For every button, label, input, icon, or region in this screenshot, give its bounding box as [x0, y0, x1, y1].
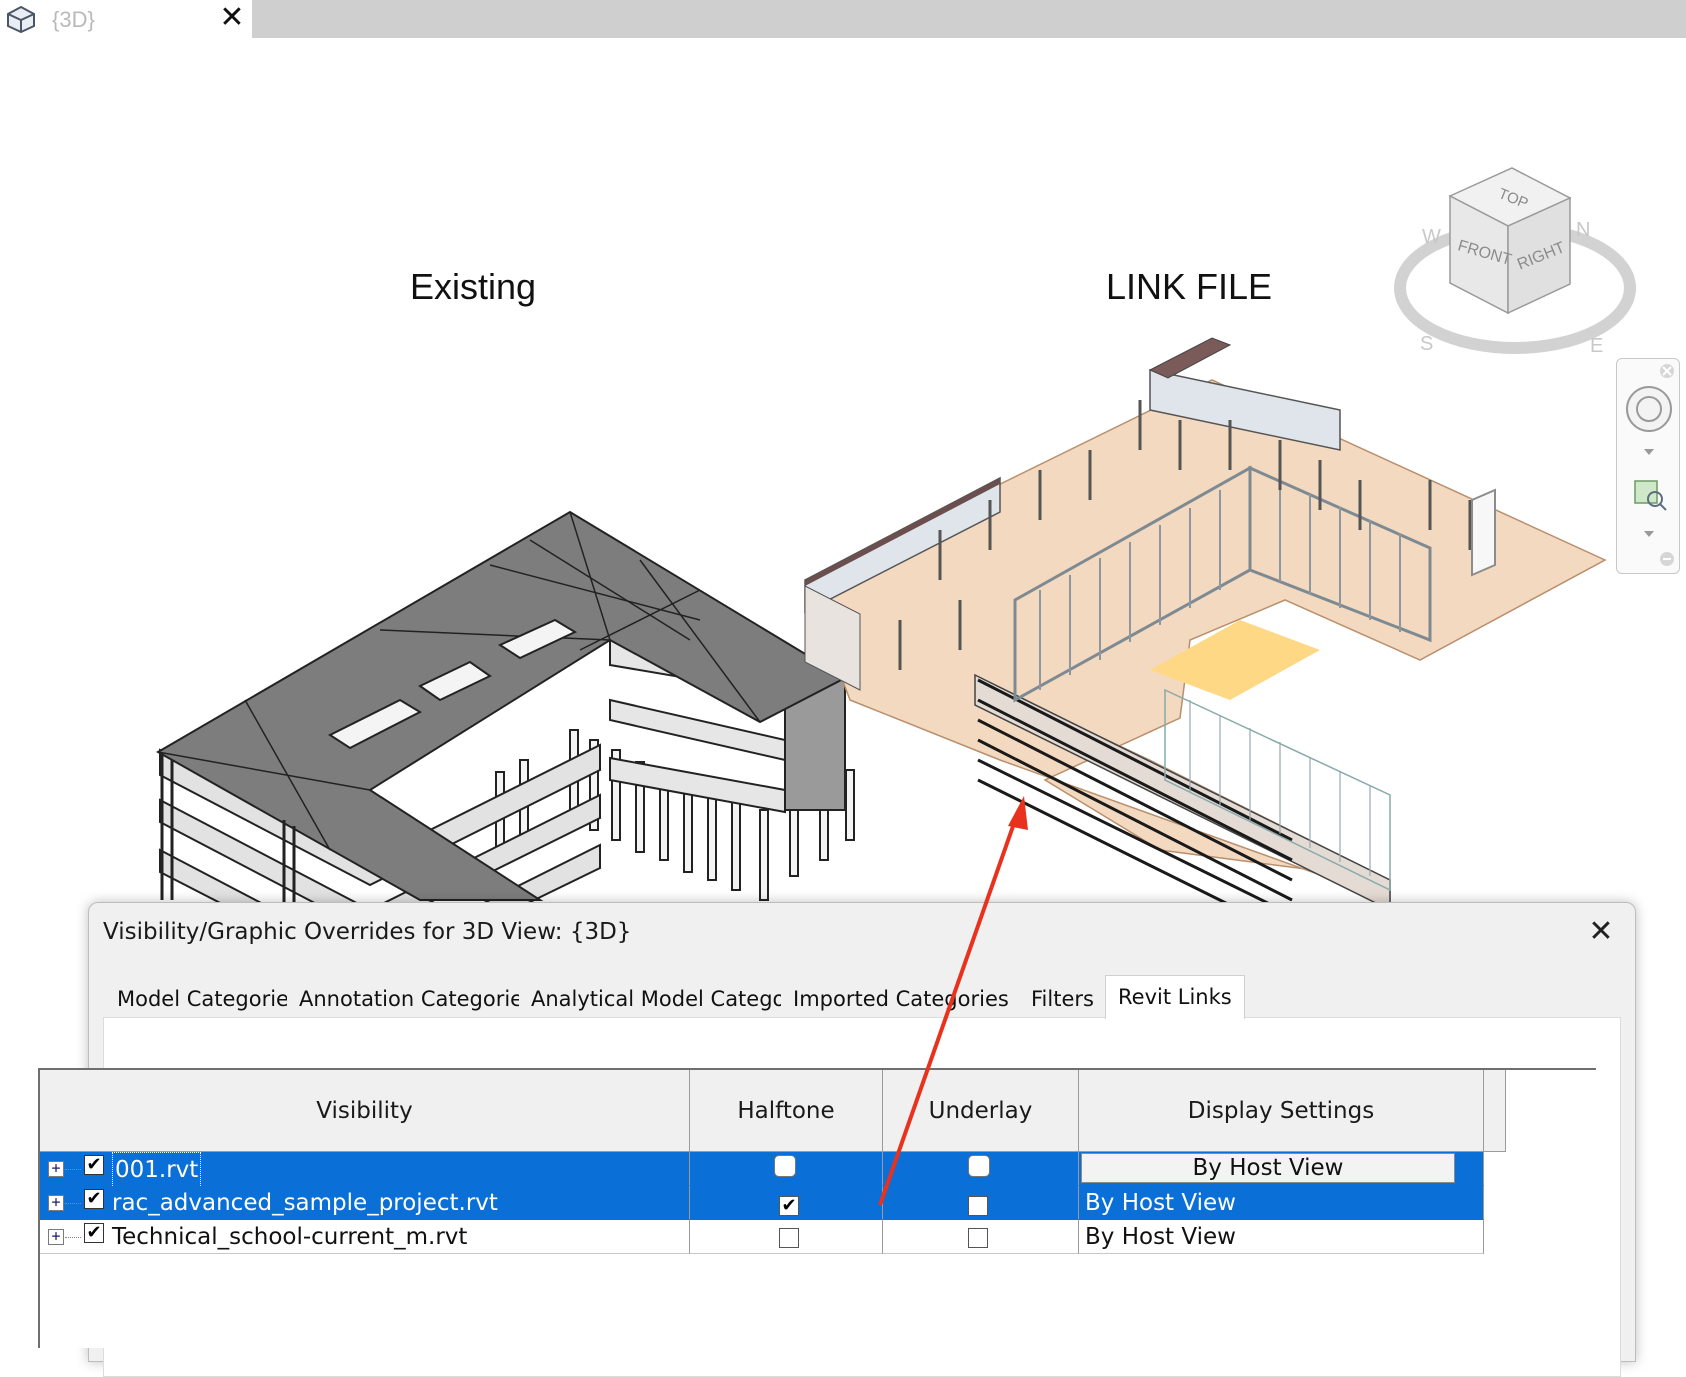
underlay-cell: [883, 1186, 1079, 1220]
table-row[interactable]: + ✔ rac_advanced_sample_project.rvt ✔ By…: [40, 1186, 1484, 1220]
halftone-cell: [690, 1220, 883, 1254]
visibility-checkbox[interactable]: ✔: [84, 1155, 104, 1175]
link-file-name: Technical_school-current_m.rvt: [112, 1224, 468, 1250]
column-header-halftone[interactable]: Halftone: [690, 1070, 883, 1152]
halftone-checkbox[interactable]: [779, 1228, 799, 1248]
compass-n-label: N: [1576, 219, 1590, 241]
visibility-cell: + ✔ Technical_school-current_m.rvt: [40, 1220, 690, 1254]
table-row[interactable]: + ✔ 001.rvt By Host View: [40, 1152, 1484, 1188]
expand-icon[interactable]: +: [48, 1161, 64, 1177]
display-settings-button[interactable]: By Host View: [1081, 1153, 1455, 1183]
halftone-checkbox[interactable]: ✔: [779, 1196, 799, 1216]
expand-icon[interactable]: +: [48, 1195, 64, 1211]
compass-w-label: W: [1422, 226, 1441, 248]
display-settings-cell: By Host View: [1079, 1186, 1484, 1220]
view-tab-3d[interactable]: {3D} ✕: [0, 0, 252, 38]
tab-annotation-categories[interactable]: Annotation Categories: [287, 981, 548, 1017]
view-tab-label: {3D}: [52, 7, 95, 32]
display-settings-value[interactable]: By Host View: [1085, 1220, 1236, 1254]
halftone-checkbox[interactable]: [774, 1155, 796, 1177]
halftone-cell: [690, 1152, 883, 1186]
visibility-checkbox[interactable]: ✔: [84, 1189, 104, 1209]
link-file-name: rac_advanced_sample_project.rvt: [112, 1190, 498, 1216]
column-header-underlay[interactable]: Underlay: [883, 1070, 1079, 1152]
expand-icon[interactable]: +: [48, 1229, 64, 1245]
3d-house-icon: [7, 5, 35, 33]
chevron-down-icon[interactable]: [1644, 449, 1654, 455]
dialog-title: Visibility/Graphic Overrides for 3D View…: [103, 919, 632, 945]
display-settings-cell: By Host View: [1079, 1152, 1484, 1186]
compass-s-label: S: [1420, 333, 1433, 355]
display-settings-cell: By Host View: [1079, 1220, 1484, 1254]
caption-link-file: LINK FILE: [1106, 266, 1273, 307]
display-settings-value[interactable]: By Host View: [1085, 1186, 1236, 1220]
close-icon[interactable]: ✕: [218, 3, 246, 33]
close-icon[interactable]: ✕: [1585, 917, 1617, 949]
tab-model-categories[interactable]: Model Categories: [105, 981, 313, 1017]
tree-connector: [65, 1203, 81, 1204]
visibility-cell: + ✔ 001.rvt: [40, 1152, 690, 1188]
view-tab-bar: {3D} ✕: [0, 0, 1686, 38]
column-header-display-settings[interactable]: Display Settings: [1079, 1070, 1484, 1152]
underlay-cell: [883, 1220, 1079, 1254]
navigation-bar: [1616, 358, 1680, 574]
table-row[interactable]: + ✔ Technical_school-current_m.rvt By Ho…: [40, 1220, 1484, 1254]
tab-filters[interactable]: Filters: [1019, 981, 1107, 1017]
steering-wheel-icon[interactable]: [1626, 386, 1672, 432]
tree-connector: [65, 1237, 81, 1238]
revit-links-table: Visibility Halftone Underlay Display Set…: [38, 1068, 1596, 1348]
navbar-close-icon[interactable]: [1660, 364, 1674, 378]
viewcube[interactable]: TOP FRONT RIGHT W N S E: [1390, 138, 1640, 378]
caption-existing: Existing: [410, 266, 537, 307]
linked-building-model: [804, 337, 1607, 917]
navbar-options-icon[interactable]: [1660, 552, 1674, 566]
underlay-cell: [883, 1152, 1079, 1186]
compass-e-label: E: [1590, 335, 1603, 357]
tab-imported-categories[interactable]: Imported Categories: [781, 981, 1022, 1017]
column-header-spacer: [1484, 1070, 1506, 1152]
tab-revit-links[interactable]: Revit Links: [1105, 975, 1245, 1019]
tree-connector: [65, 1169, 81, 1170]
link-file-name: 001.rvt: [112, 1152, 202, 1188]
visibility-cell: + ✔ rac_advanced_sample_project.rvt: [40, 1186, 690, 1220]
zoom-region-icon[interactable]: [1634, 480, 1667, 511]
chevron-down-icon[interactable]: [1644, 531, 1654, 537]
underlay-checkbox[interactable]: [968, 1155, 990, 1177]
underlay-checkbox[interactable]: [968, 1196, 988, 1216]
column-header-visibility[interactable]: Visibility: [40, 1070, 690, 1152]
halftone-cell: ✔: [690, 1186, 883, 1220]
underlay-checkbox[interactable]: [968, 1228, 988, 1248]
visibility-checkbox[interactable]: ✔: [84, 1223, 104, 1243]
